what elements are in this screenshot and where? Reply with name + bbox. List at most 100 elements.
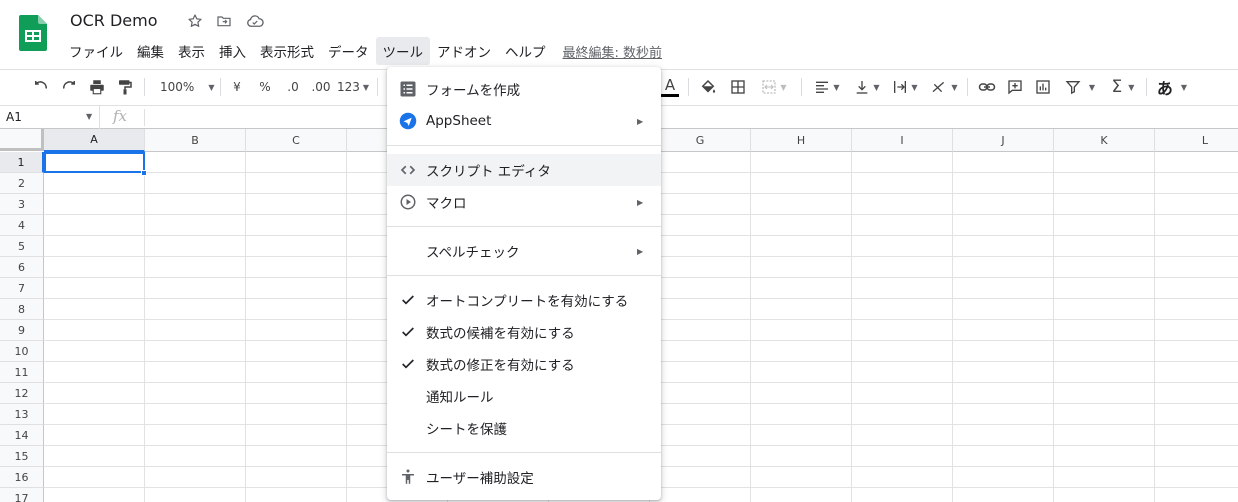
column-header-g[interactable]: G	[650, 129, 751, 152]
menu-item-formula-corrections[interactable]: 数式の修正を有効にする	[387, 348, 661, 380]
chevron-down-icon: ▼	[951, 82, 958, 92]
decrease-decimal-button[interactable]: .0	[282, 74, 304, 100]
insert-comment-icon[interactable]	[1004, 74, 1026, 100]
menu-divider	[387, 452, 661, 453]
insert-link-icon[interactable]	[975, 74, 999, 100]
sheets-logo-icon[interactable]	[19, 15, 47, 51]
column-header-k[interactable]: K	[1054, 129, 1155, 152]
column-header-l[interactable]: L	[1155, 129, 1238, 152]
row-header-2[interactable]: 2	[0, 173, 44, 194]
chevron-down-icon: ▼	[208, 82, 215, 92]
fill-color-icon[interactable]	[697, 74, 719, 100]
functions-icon[interactable]: Σ ▼	[1106, 74, 1140, 100]
zoom-select[interactable]: 100% ▼	[154, 74, 214, 100]
column-header-i[interactable]: I	[852, 129, 953, 152]
format-currency-button[interactable]: ¥	[227, 74, 247, 100]
menu-data[interactable]: データ	[321, 37, 376, 65]
submenu-arrow-icon: ▶	[637, 197, 644, 207]
row-header-7[interactable]: 7	[0, 278, 44, 299]
chevron-down-icon: ▼	[873, 82, 880, 92]
row-header-8[interactable]: 8	[0, 299, 44, 320]
chevron-down-icon: ▼	[362, 82, 370, 92]
select-all-corner[interactable]	[0, 129, 44, 151]
toolbar-divider	[220, 78, 221, 96]
horizontal-align-icon[interactable]: ▼	[810, 74, 844, 100]
menu-addons[interactable]: アドオン	[430, 37, 498, 65]
name-box[interactable]: A1	[0, 106, 100, 129]
menu-help[interactable]: ヘルプ	[498, 37, 553, 65]
redo-icon[interactable]	[58, 74, 80, 100]
column-header-h[interactable]: H	[751, 129, 852, 152]
column-header-c[interactable]: C	[246, 129, 347, 152]
check-icon	[399, 323, 417, 341]
menu-divider	[387, 145, 661, 146]
row-header-14[interactable]: 14	[0, 425, 44, 446]
menu-item-label: シートを保護	[426, 422, 507, 438]
row-header-10[interactable]: 10	[0, 341, 44, 362]
menu-item-spellcheck[interactable]: スペルチェック ▶	[387, 235, 661, 267]
text-color-button[interactable]: A	[660, 74, 680, 100]
text-rotation-icon[interactable]: ▼	[927, 74, 961, 100]
row-header-13[interactable]: 13	[0, 404, 44, 425]
column-header-a[interactable]: A	[44, 129, 145, 152]
merge-cells-icon[interactable]: ▼	[756, 74, 792, 100]
last-edit-link[interactable]: 最終編集: 数秒前	[563, 42, 663, 61]
format-percent-button[interactable]: %	[255, 74, 275, 100]
increase-decimal-button[interactable]: .00	[308, 74, 334, 100]
column-header-j[interactable]: J	[953, 129, 1054, 152]
fill-handle[interactable]	[141, 170, 147, 176]
print-icon[interactable]	[86, 74, 108, 100]
row-header-1[interactable]: 1	[0, 152, 44, 173]
row-header-12[interactable]: 12	[0, 383, 44, 404]
menu-item-formula-suggestions[interactable]: 数式の候補を有効にする	[387, 316, 661, 348]
toolbar-divider	[377, 78, 378, 96]
borders-icon[interactable]	[727, 74, 749, 100]
row-header-17[interactable]: 17	[0, 488, 44, 502]
menu-format[interactable]: 表示形式	[253, 37, 321, 65]
text-color-swatch	[661, 93, 679, 97]
chevron-down-icon: ▼	[780, 82, 787, 92]
chevron-down-icon: ▼	[1128, 82, 1135, 92]
menu-file[interactable]: ファイル	[62, 37, 130, 65]
name-box-value: A1	[6, 110, 22, 124]
increase-decimal-label: .00	[311, 80, 331, 94]
undo-icon[interactable]	[30, 74, 52, 100]
move-folder-icon[interactable]	[215, 12, 233, 30]
filter-icon[interactable]: ▼	[1060, 74, 1100, 100]
doc-title[interactable]: OCR Demo	[70, 11, 158, 30]
menu-item-macros[interactable]: マクロ ▶	[387, 186, 661, 218]
menu-item-script-editor[interactable]: スクリプト エディタ	[387, 154, 661, 186]
more-formats-select[interactable]: 123 ▼	[336, 74, 370, 100]
cloud-saved-icon[interactable]	[246, 12, 264, 30]
paint-format-icon[interactable]	[114, 74, 136, 100]
menu-tools[interactable]: ツール	[375, 37, 430, 65]
column-header-b[interactable]: B	[145, 129, 246, 152]
toolbar-divider	[688, 78, 689, 96]
row-header-4[interactable]: 4	[0, 215, 44, 236]
row-header-5[interactable]: 5	[0, 236, 44, 257]
row-header-15[interactable]: 15	[0, 446, 44, 467]
menu-item-appsheet[interactable]: AppSheet ▶	[387, 105, 661, 137]
zoom-value: 100%	[160, 80, 195, 94]
selected-cell[interactable]	[44, 152, 145, 173]
row-header-9[interactable]: 9	[0, 320, 44, 341]
menu-item-protect-sheet[interactable]: シートを保護	[387, 412, 661, 444]
row-header-3[interactable]: 3	[0, 194, 44, 215]
row-header-6[interactable]: 6	[0, 257, 44, 278]
vertical-align-icon[interactable]: ▼	[850, 74, 884, 100]
menu-item-notification-rules[interactable]: 通知ルール	[387, 380, 661, 412]
menu-item-accessibility[interactable]: ユーザー補助設定	[387, 461, 661, 493]
check-icon	[399, 355, 417, 373]
insert-chart-icon[interactable]	[1032, 74, 1054, 100]
menu-item-autocomplete[interactable]: オートコンプリートを有効にする	[387, 284, 661, 316]
menu-insert[interactable]: 挿入	[212, 37, 253, 65]
accessibility-icon	[399, 468, 417, 486]
row-header-16[interactable]: 16	[0, 467, 44, 488]
menu-view[interactable]: 表示	[171, 37, 212, 65]
menu-item-create-form[interactable]: フォームを作成	[387, 73, 661, 105]
input-tools-button[interactable]: あ ▼	[1154, 74, 1190, 100]
menu-edit[interactable]: 編集	[130, 37, 171, 65]
star-icon[interactable]	[186, 12, 204, 30]
text-wrap-icon[interactable]: ▼	[888, 74, 922, 100]
row-header-11[interactable]: 11	[0, 362, 44, 383]
